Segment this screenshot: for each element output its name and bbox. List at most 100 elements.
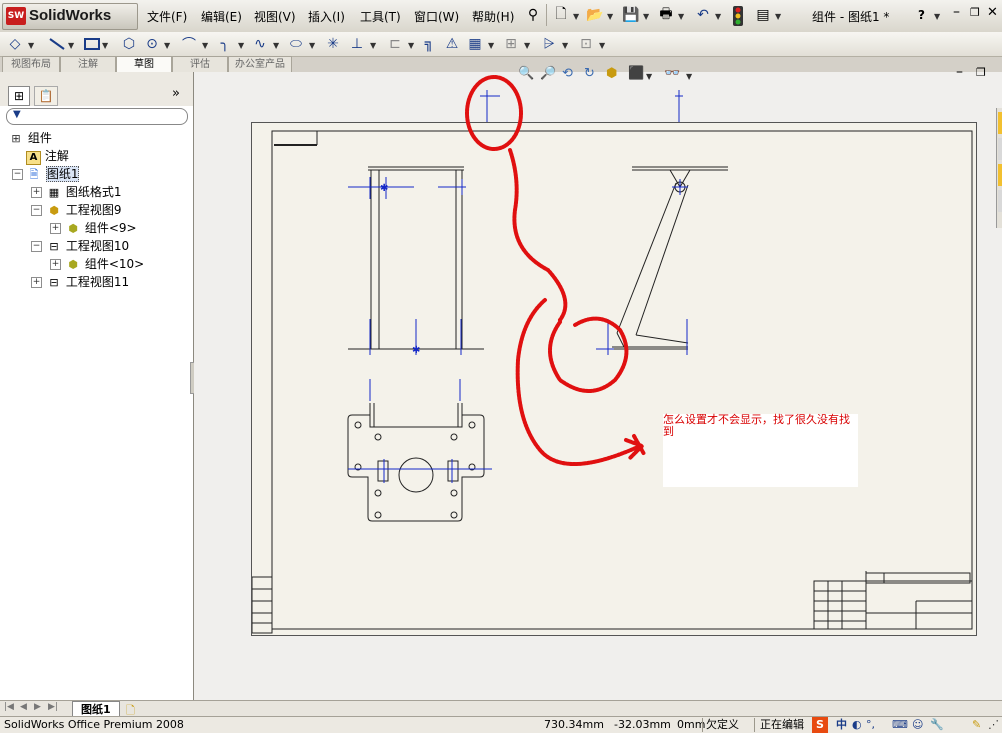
undo-dropdown-chevron-icon[interactable]: ▼ — [715, 12, 721, 21]
trim-tool-icon[interactable]: ╗ — [418, 35, 440, 53]
expand-panel-chevron-icon[interactable]: » — [172, 86, 180, 101]
drawing-sheet[interactable]: ✱ ✱ — [251, 122, 977, 636]
close-icon[interactable]: ✕ — [987, 5, 998, 20]
spline-dropdown-chevron-icon[interactable]: ▼ — [273, 41, 279, 50]
menu-help[interactable]: 帮助(H) — [472, 8, 514, 25]
circle-tool-icon[interactable]: ⊙ — [141, 35, 163, 53]
tab-annotation[interactable]: 注解 — [60, 56, 116, 72]
circle-dropdown-chevron-icon[interactable]: ▼ — [164, 41, 170, 50]
menu-file[interactable]: 文件(F) — [147, 8, 187, 25]
solidworks-logo[interactable]: SW SolidWorks — [2, 3, 138, 30]
rebuild-view-icon[interactable]: ↻ — [584, 66, 595, 81]
rebuild-status-pencil-icon[interactable]: ✎ — [972, 717, 981, 733]
last-sheet-arrow-icon[interactable]: ▶| — [48, 702, 58, 712]
hide-show-items-icon[interactable]: 👓 — [664, 66, 680, 81]
help-button[interactable]: ? — [918, 8, 925, 22]
print-dropdown-chevron-icon[interactable]: ▼ — [678, 12, 684, 21]
tree-item-sheet-format[interactable]: ▦ 图纸格式1 — [46, 183, 122, 200]
sogou-ime-icon[interactable]: S — [812, 717, 828, 733]
offset-dropdown-chevron-icon[interactable]: ▼ — [408, 41, 414, 50]
tree-root[interactable]: ⊞ 组件 — [8, 129, 51, 146]
task-pane-tab-resources[interactable] — [998, 112, 1002, 134]
block-dropdown-chevron-icon[interactable]: ▼ — [524, 41, 530, 50]
task-pane-tab-library[interactable] — [998, 138, 1002, 160]
first-sheet-arrow-icon[interactable]: |◀ — [4, 702, 14, 712]
canvas-minimize-icon[interactable]: – — [956, 64, 963, 80]
tab-evaluate[interactable]: 评估 — [172, 56, 228, 72]
print-icon[interactable]: 🖶 — [657, 6, 675, 24]
rebuild-traffic-light-icon[interactable] — [733, 6, 743, 26]
fillet-dropdown-chevron-icon[interactable]: ▼ — [238, 41, 244, 50]
canvas-restore-icon[interactable]: ❐ — [976, 66, 986, 79]
collapse-view9-icon[interactable]: − — [31, 205, 42, 216]
quick-snap-icon[interactable]: ⊡ — [575, 35, 597, 53]
display-style-dropdown-chevron-icon[interactable]: ▼ — [646, 72, 652, 81]
restore-icon[interactable]: ❐ — [970, 6, 980, 19]
offset-tool-icon[interactable]: ⊏ — [384, 35, 406, 53]
expand-component9-icon[interactable]: + — [50, 223, 61, 234]
property-manager-tab-icon[interactable]: 📋 — [34, 86, 58, 106]
line-tool-icon[interactable] — [48, 37, 66, 51]
help-dropdown-chevron-icon[interactable]: ▼ — [934, 12, 940, 21]
ime-chinese-mode[interactable]: 中 — [836, 717, 847, 733]
fillet-tool-icon[interactable]: ╮ — [214, 35, 236, 53]
expand-component10-icon[interactable]: + — [50, 259, 61, 270]
previous-view-icon[interactable]: ⟲ — [562, 66, 573, 81]
rectangle-tool-icon[interactable] — [84, 37, 100, 51]
menu-edit[interactable]: 编辑(E) — [201, 8, 242, 25]
options-dropdown-chevron-icon[interactable]: ▼ — [775, 12, 781, 21]
expand-sheet-format-icon[interactable]: + — [31, 187, 42, 198]
tree-item-drawing-view-11[interactable]: ⊟ 工程视图11 — [46, 273, 129, 290]
feature-tree-tab-icon[interactable]: ⊞ — [8, 86, 30, 106]
options-icon[interactable]: ▤ — [754, 6, 772, 24]
arc-dropdown-chevron-icon[interactable]: ▼ — [202, 41, 208, 50]
save-icon[interactable]: 💾 — [622, 6, 640, 24]
spline-tool-icon[interactable]: ∿ — [249, 35, 271, 53]
relation-tool-icon[interactable]: ⚠ — [441, 35, 463, 53]
menu-tools[interactable]: 工具(T) — [360, 8, 401, 25]
collapse-view10-icon[interactable]: − — [31, 241, 42, 252]
collapse-sheet1-icon[interactable]: − — [12, 169, 23, 180]
zoom-to-area-icon[interactable]: 🔎 — [540, 66, 556, 81]
ime-user-icon[interactable]: ☺ — [912, 717, 923, 733]
ellipse-tool-icon[interactable]: ⬭ — [285, 35, 307, 53]
task-pane-tabs[interactable] — [996, 108, 1002, 228]
previous-sheet-arrow-icon[interactable]: ◀ — [20, 702, 27, 712]
tree-item-drawing-view-9[interactable]: ⬢ 工程视图9 — [46, 201, 121, 218]
expand-view11-icon[interactable]: + — [31, 277, 42, 288]
block-tool-icon[interactable]: ⊞ — [500, 35, 522, 53]
section-view-icon[interactable]: ⬢ — [606, 66, 617, 81]
smart-dimension-icon[interactable]: ◇ — [4, 35, 26, 53]
point-tool-icon[interactable]: ✳ — [322, 35, 344, 53]
next-sheet-arrow-icon[interactable]: ▶ — [34, 702, 41, 712]
undo-icon[interactable]: ↶ — [694, 6, 712, 24]
tree-filter-input[interactable]: ▼ — [6, 108, 188, 125]
arc-tool-icon[interactable]: ⌒ — [178, 35, 200, 53]
pattern-dropdown-chevron-icon[interactable]: ▼ — [488, 41, 494, 50]
ime-tools-icon[interactable]: 🔧 — [930, 717, 944, 733]
tree-item-drawing-view-10[interactable]: ⊟ 工程视图10 — [46, 237, 129, 254]
zoom-to-fit-icon[interactable]: 🔍 — [518, 66, 534, 81]
rectangle-dropdown-chevron-icon[interactable]: ▼ — [102, 41, 108, 50]
task-pane-tab-explorer[interactable] — [998, 164, 1002, 186]
tab-office-products[interactable]: 办公室产品 — [228, 56, 292, 72]
snap-dropdown-chevron-icon[interactable]: ▼ — [599, 41, 605, 50]
tree-item-component-10[interactable]: ⬢ 组件<10> — [65, 255, 144, 272]
polygon-tool-icon[interactable]: ⬡ — [118, 35, 140, 53]
open-folder-icon[interactable]: 📂 — [586, 6, 604, 24]
display-style-icon[interactable]: ⬛ — [628, 66, 644, 81]
menu-window[interactable]: 窗口(W) — [414, 8, 459, 25]
task-pane-tab-palette[interactable] — [998, 190, 1002, 212]
dimension-dropdown-chevron-icon[interactable]: ▼ — [28, 41, 34, 50]
tab-view-layout[interactable]: 视图布局 — [2, 56, 60, 72]
tree-item-sheet1[interactable]: 🗎 图纸1 — [26, 165, 80, 182]
centerline-dropdown-chevron-icon[interactable]: ▼ — [370, 41, 376, 50]
hide-show-dropdown-chevron-icon[interactable]: ▼ — [686, 72, 692, 81]
centerline-tool-icon[interactable]: ⊥ — [346, 35, 368, 53]
ime-halfwidth-moon-icon[interactable]: ◐ — [852, 717, 862, 733]
ime-keyboard-icon[interactable]: ⌨ — [892, 717, 908, 733]
minimize-icon[interactable]: – — [953, 4, 960, 20]
pattern-tool-icon[interactable]: ▦ — [464, 35, 486, 53]
tree-item-annotations[interactable]: A 注解 — [26, 147, 69, 165]
menu-insert[interactable]: 插入(I) — [308, 8, 345, 25]
